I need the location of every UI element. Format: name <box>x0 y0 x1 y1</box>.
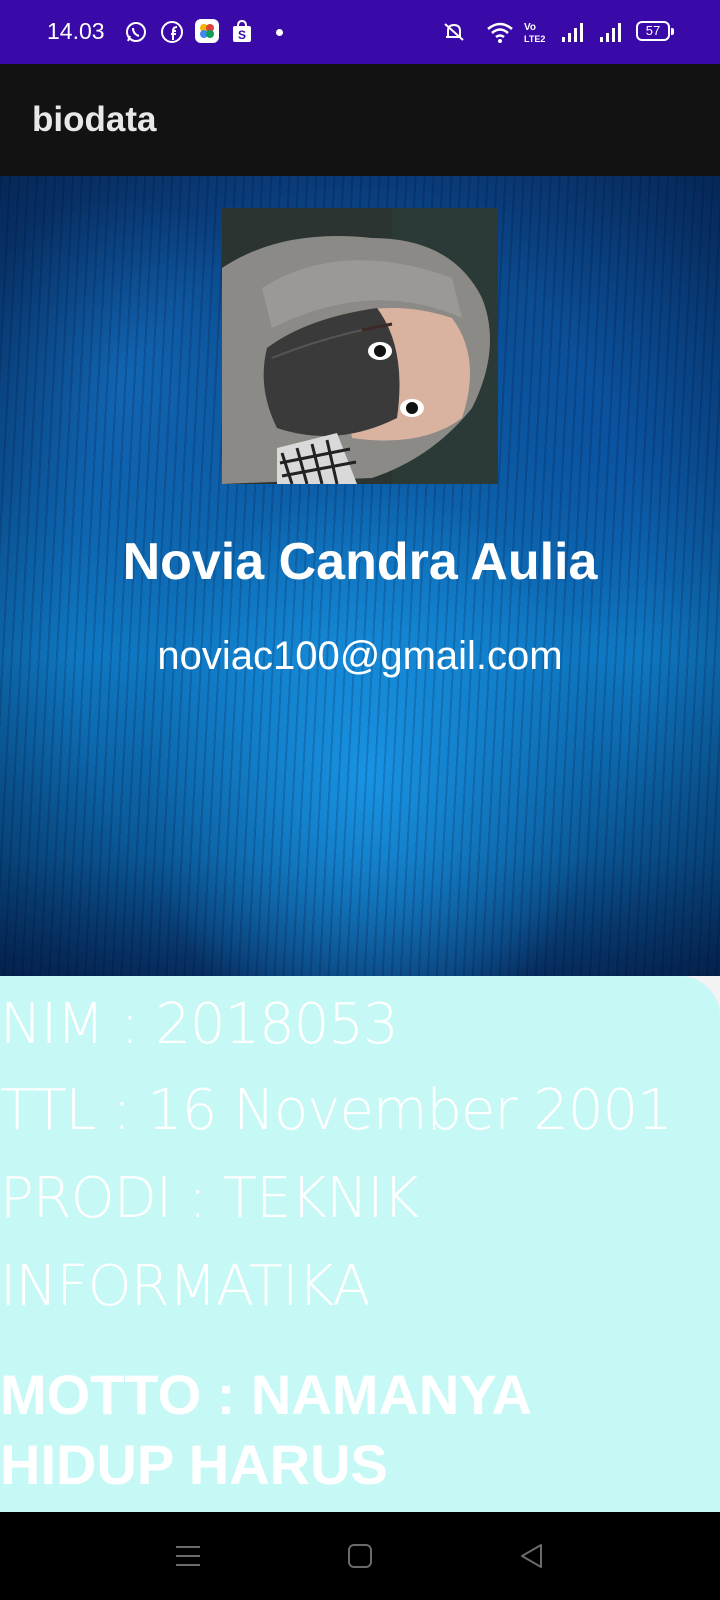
profile-name: Novia Candra Aulia <box>122 533 598 591</box>
app-title: biodata <box>32 100 157 139</box>
prodi-text-continued: INFORMATIKA <box>0 1254 371 1319</box>
photos-icon <box>195 19 219 43</box>
status-time: 14.03 <box>47 18 105 44</box>
motto-text: MOTTO : NAMANYA HIDUP HARUS DIPERJUANGKA… <box>0 1363 530 1512</box>
info-card: NIM : 2018053 TTL : 16 November 2001 PRO… <box>0 976 720 1512</box>
whatsapp-icon <box>126 22 146 42</box>
signal-icon <box>600 23 621 42</box>
svg-text:S: S <box>238 28 246 42</box>
svg-text:LTE2: LTE2 <box>524 34 545 44</box>
volte-icon: Vo LTE2 <box>524 22 545 44</box>
notification-dot <box>276 29 283 36</box>
svg-text:Vo: Vo <box>524 22 536 33</box>
profile-email: noviac100@gmail.com <box>157 634 563 678</box>
back-icon[interactable] <box>510 1534 554 1578</box>
battery-icon: 57 <box>636 21 674 41</box>
profile-photo <box>222 208 498 484</box>
app-bar: biodata <box>0 64 720 176</box>
home-icon[interactable] <box>338 1534 382 1578</box>
facebook-icon <box>161 21 183 43</box>
recents-icon[interactable] <box>166 1534 210 1578</box>
status-bar: 14.03 S Vo LTE2 57 <box>0 0 720 64</box>
signal-icon <box>562 23 583 42</box>
ttl-text: TTL : 16 November 2001 <box>0 1078 673 1143</box>
nim-text: NIM : 2018053 <box>0 992 399 1057</box>
mute-icon <box>444 23 464 41</box>
wifi-icon <box>487 22 513 43</box>
shopee-icon: S <box>233 20 251 42</box>
navigation-bar <box>0 1512 720 1600</box>
prodi-text: PRODI : TEKNIK <box>0 1166 419 1231</box>
